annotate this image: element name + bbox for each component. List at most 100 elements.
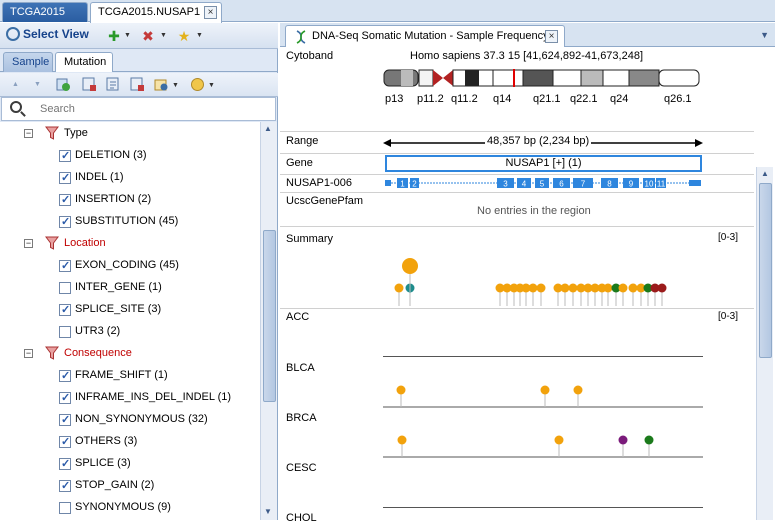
tree-item[interactable]: INDEL (1) <box>0 167 258 189</box>
brca-track[interactable] <box>383 432 705 458</box>
select-view-button[interactable]: Select View <box>6 27 89 45</box>
tree-item[interactable]: INFRAME_INS_DEL_INDEL (1) <box>0 387 258 409</box>
tree-item-label: NON_SYNONYMOUS (32) <box>75 413 208 425</box>
tree-item[interactable]: UTR3 (2) <box>0 321 258 343</box>
checkbox[interactable] <box>59 369 71 382</box>
scroll-up-icon[interactable]: ▲ <box>264 124 272 133</box>
doc-tab-tcga2015[interactable]: TCGA2015 <box>2 2 88 22</box>
checkbox[interactable] <box>59 282 71 294</box>
tree-item[interactable]: STOP_GAIN (2) <box>0 475 258 497</box>
tree-item[interactable]: INTER_GENE (1) <box>0 277 258 299</box>
track-area: Cytoband Homo sapiens 37.3 15 [41,624,89… <box>280 48 754 524</box>
divider <box>280 153 754 154</box>
tree-item[interactable]: SPLICE_SITE (3) <box>0 299 258 321</box>
chevron-down-icon[interactable]: ▼ <box>172 82 179 89</box>
search-input[interactable] <box>40 101 260 117</box>
checkbox[interactable] <box>59 413 71 426</box>
add-star-icon[interactable]: ✚ <box>106 28 122 44</box>
move-up-icon[interactable]: ▲ <box>12 81 19 88</box>
gene-bar[interactable]: NUSAP1 [+] (1) <box>385 155 702 172</box>
collapse-icon[interactable]: − <box>24 349 33 358</box>
tab-label: DNA-Seq Somatic Mutation - Sample Freque… <box>312 30 549 42</box>
cytoband-tick-label: p11.2 <box>417 93 444 105</box>
tree-item[interactable]: NON_SYNONYMOUS (32) <box>0 409 258 431</box>
tree-group-label: Location <box>64 237 106 249</box>
checkbox[interactable] <box>59 215 71 228</box>
transcript-track[interactable]: 1 2 3 4 5 6 7 8 9 10 11 <box>383 174 705 192</box>
lollipop-head <box>554 435 564 445</box>
tab-sample[interactable]: Sample <box>3 52 53 72</box>
sample-label-cesc: CESC <box>286 462 317 474</box>
scrollbar-thumb[interactable] <box>759 183 772 358</box>
chevron-down-icon[interactable]: ▼ <box>124 32 131 39</box>
export-icon[interactable] <box>106 77 121 92</box>
chevron-down-icon[interactable]: ▼ <box>160 32 167 39</box>
table-icon[interactable] <box>130 77 145 92</box>
tree-item-label: EXON_CODING (45) <box>75 259 179 271</box>
tree-item[interactable]: SUBSTITUTION (45) <box>0 211 258 233</box>
range-label: Range <box>286 135 319 147</box>
tab-sample-frequency[interactable]: DNA-Seq Somatic Mutation - Sample Freque… <box>285 25 565 47</box>
exon-label: 5 <box>540 180 545 189</box>
refresh-icon[interactable] <box>56 77 71 92</box>
checkbox[interactable] <box>59 502 71 514</box>
tab-mutation[interactable]: Mutation <box>55 52 113 72</box>
checkbox[interactable] <box>59 149 71 162</box>
close-icon[interactable]: × <box>204 6 217 19</box>
checkbox[interactable] <box>59 326 71 338</box>
chevron-down-icon[interactable]: ▼ <box>208 82 215 89</box>
checkbox[interactable] <box>59 193 71 206</box>
tree-item[interactable]: FRAME_SHIFT (1) <box>0 365 258 387</box>
favorite-star-icon[interactable]: ★ <box>176 28 192 44</box>
tree-item[interactable]: SPLICE (3) <box>0 453 258 475</box>
divider <box>280 226 754 227</box>
clear-filter-icon[interactable] <box>82 77 97 92</box>
filter-toolbar: ▲ ▼ ▼ ▼ <box>0 73 278 97</box>
doc-tab-nusap1[interactable]: TCGA2015.NUSAP1 × <box>90 2 222 23</box>
tab-label: Mutation <box>64 56 107 68</box>
move-down-icon[interactable]: ▼ <box>34 81 41 88</box>
checkbox[interactable] <box>59 259 71 272</box>
divider <box>280 192 754 193</box>
remove-star-icon[interactable]: ✖ <box>140 28 156 44</box>
doc-tab-label: TCGA2015 <box>10 6 66 18</box>
cytoband-tick-label: q22.1 <box>570 93 598 105</box>
exon-label: 11 <box>657 180 666 189</box>
checkbox[interactable] <box>59 435 71 448</box>
scrollbar-thumb[interactable] <box>263 230 276 402</box>
settings-icon[interactable] <box>154 77 169 92</box>
checkbox[interactable] <box>59 391 71 404</box>
checkbox[interactable] <box>59 171 71 184</box>
summary-lollipop-track[interactable] <box>383 228 705 308</box>
tree-group-type[interactable]: − Type <box>0 123 258 145</box>
tree-item-label: SPLICE (3) <box>75 457 131 469</box>
tree-item[interactable]: EXON_CODING (45) <box>0 255 258 277</box>
track-scrollbar[interactable]: ▲ <box>756 167 773 520</box>
close-icon[interactable]: × <box>545 30 558 43</box>
blca-track[interactable] <box>383 382 705 408</box>
options-icon[interactable] <box>190 77 205 92</box>
checkbox[interactable] <box>59 457 71 470</box>
tree-item-label: INDEL (1) <box>75 171 124 183</box>
scroll-up-icon[interactable]: ▲ <box>761 169 769 178</box>
chevron-down-icon[interactable]: ▼ <box>760 30 769 40</box>
checkbox[interactable] <box>59 303 71 316</box>
tree-item[interactable]: OTHERS (3) <box>0 431 258 453</box>
tree-scrollbar[interactable]: ▲ ▼ <box>260 122 277 520</box>
scroll-down-icon[interactable]: ▼ <box>264 507 272 516</box>
collapse-icon[interactable]: − <box>24 239 33 248</box>
tree-item[interactable]: INSERTION (2) <box>0 189 258 211</box>
tree-item-label: INTER_GENE (1) <box>75 281 162 293</box>
divider <box>280 131 754 132</box>
lollipop-head <box>528 283 538 293</box>
tree-item[interactable]: SYNONYMOUS (9) <box>0 497 258 519</box>
tree-group-consequence[interactable]: − Consequence <box>0 343 258 365</box>
chevron-down-icon[interactable]: ▼ <box>196 32 203 39</box>
chromosome-ideogram[interactable] <box>383 68 703 90</box>
search-box[interactable] <box>1 97 276 121</box>
collapse-icon[interactable]: − <box>24 129 33 138</box>
checkbox[interactable] <box>59 479 71 492</box>
tree-item[interactable]: DELETION (3) <box>0 145 258 167</box>
tree-group-location[interactable]: − Location <box>0 233 258 255</box>
lollipop-head <box>628 283 638 293</box>
